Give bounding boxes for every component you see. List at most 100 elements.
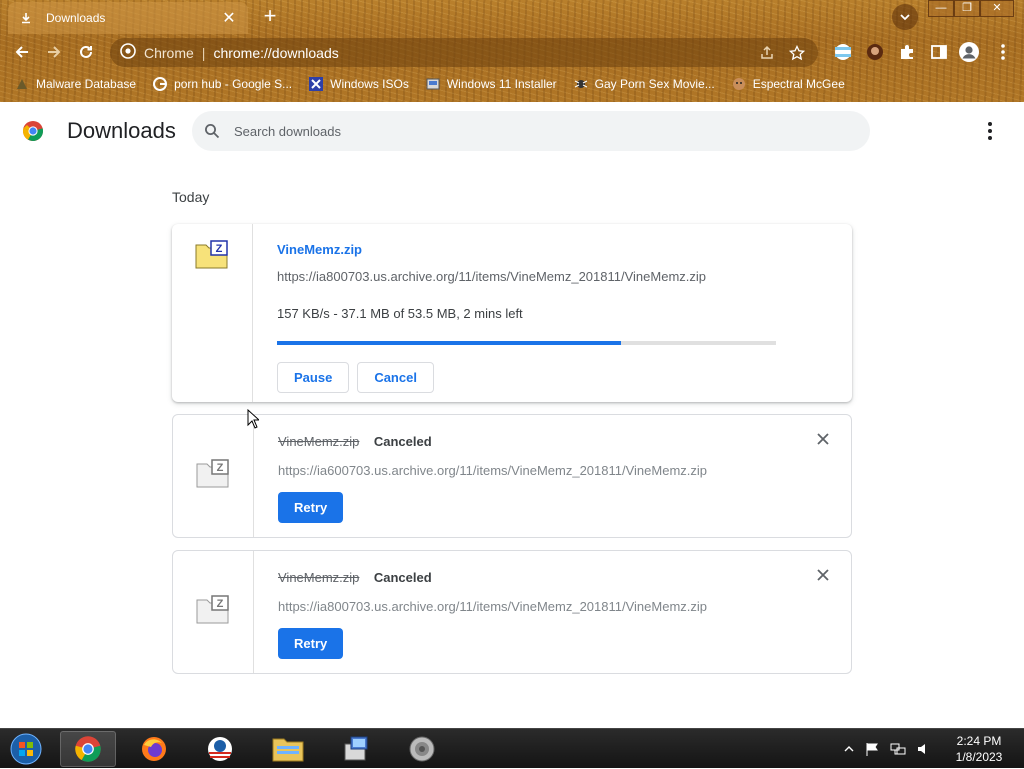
bookmark-label: porn hub - Google S... [174, 77, 293, 91]
face-icon [731, 76, 747, 92]
download-source-url[interactable]: https://ia600703.us.archive.org/11/items… [278, 463, 831, 478]
network-icon[interactable] [890, 741, 906, 757]
site-label: Chrome [144, 44, 194, 61]
tab-downloads[interactable]: Downloads ✕ [8, 2, 248, 34]
reload-icon [80, 45, 92, 58]
taskbar-installer[interactable] [328, 731, 384, 767]
mouse-cursor-icon [247, 409, 259, 429]
account-avatar-icon[interactable] [958, 41, 980, 63]
system-tray [844, 729, 932, 769]
zip-file-icon: Z [196, 459, 229, 488]
bookmark-label: Windows 11 Installer [446, 77, 557, 91]
download-source-url[interactable]: https://ia800703.us.archive.org/11/items… [277, 269, 832, 284]
taskbar-firefox[interactable] [126, 731, 182, 767]
reload-button[interactable] [74, 40, 98, 64]
share-icon[interactable] [756, 42, 778, 64]
download-card-canceled: Z VineMemz.zip Canceled https://ia600703… [172, 414, 852, 538]
taskbar-chrome[interactable] [60, 731, 116, 767]
download-filename-link[interactable]: VineMemz.zip [277, 242, 832, 257]
url-text[interactable]: chrome://downloads [213, 45, 748, 61]
separator: | [201, 44, 206, 61]
file-icon-column: Z [172, 224, 253, 402]
retry-button[interactable]: Retry [278, 492, 344, 523]
action-center-flag-icon[interactable] [864, 741, 880, 757]
flag-extension-icon[interactable] [832, 41, 854, 63]
taskbar-speaker-app[interactable] [394, 731, 450, 767]
section-date-heading: Today [172, 189, 210, 205]
progress-fill [277, 341, 622, 345]
download-filename: VineMemz.zip [278, 434, 360, 449]
system-clock[interactable]: 2:24 PM 1/8/2023 [944, 733, 1014, 765]
extensions-puzzle-icon[interactable] [896, 41, 918, 63]
clock-time: 2:24 PM [956, 734, 1002, 748]
chevron-down-icon [900, 14, 910, 21]
zip-file-icon: Z [195, 240, 228, 269]
chrome-site-icon [120, 43, 136, 62]
cancel-button[interactable]: Cancel [357, 362, 434, 393]
profile-extension-icon[interactable] [864, 41, 886, 63]
taskbar: 2:24 PM 1/8/2023 [0, 728, 1024, 768]
remove-from-list-icon[interactable] [815, 431, 831, 447]
search-icon [205, 124, 220, 139]
clock-date: 1/8/2023 [955, 750, 1003, 764]
tab-close-icon[interactable]: ✕ [220, 8, 238, 28]
close-window-button[interactable]: ✕ [980, 0, 1014, 17]
x-icon [308, 76, 324, 92]
download-status: Canceled [373, 434, 432, 449]
speaker-app-icon [409, 736, 435, 762]
show-hidden-icons-icon[interactable] [844, 744, 854, 754]
installer-icon [344, 736, 368, 761]
folder-icon [272, 738, 304, 762]
side-panel-icon[interactable] [928, 41, 950, 63]
browser-frame: Downloads ✕ + — ❐ ✕ Chrome | chrome://do… [0, 0, 1024, 102]
back-button[interactable] [10, 40, 34, 64]
volume-icon[interactable] [916, 741, 932, 757]
maximize-button[interactable]: ❐ [954, 0, 980, 17]
firefox-icon [142, 737, 166, 761]
download-progress-text: 157 KB/s - 37.1 MB of 53.5 MB, 2 mins le… [277, 306, 523, 321]
download-progress-bar [277, 341, 776, 345]
browser-menu-icon[interactable] [992, 41, 1014, 63]
retry-button[interactable]: Retry [278, 628, 344, 659]
bookmark-item[interactable]: Gay Porn Sex Movie... [573, 76, 715, 92]
start-button[interactable] [4, 731, 48, 767]
download-filename: VineMemz.zip [278, 570, 360, 585]
more-actions-icon[interactable] [980, 120, 1000, 142]
zip-file-icon: Z [196, 595, 229, 624]
bookmark-star-icon[interactable] [786, 42, 808, 64]
search-input[interactable] [234, 123, 834, 139]
forward-button[interactable] [42, 40, 66, 64]
download-source-url[interactable]: https://ia800703.us.archive.org/11/items… [278, 599, 831, 614]
download-status: Canceled [373, 570, 432, 585]
search-bar[interactable] [192, 111, 870, 151]
bookmark-item[interactable]: Windows ISOs [308, 76, 409, 92]
pause-button[interactable]: Pause [277, 362, 350, 393]
svg-text:Z: Z [216, 243, 223, 255]
google-icon [152, 76, 168, 92]
bookmark-label: Malware Database [36, 77, 137, 91]
page-title: Downloads [67, 118, 176, 143]
taskbar-obama-app[interactable] [192, 731, 248, 767]
download-card-canceled: Z VineMemz.zip Canceled https://ia800703… [172, 550, 852, 674]
address-bar[interactable]: Chrome | chrome://downloads [110, 38, 818, 67]
bookmark-item[interactable]: Espectral McGee [731, 76, 845, 92]
remove-from-list-icon[interactable] [815, 567, 831, 583]
bookmark-label: Espectral McGee [752, 77, 845, 91]
file-icon-column: Z [173, 551, 254, 673]
bookmark-item[interactable]: porn hub - Google S... [152, 76, 292, 92]
minimize-button[interactable]: — [928, 0, 954, 17]
tab-title: Downloads [46, 11, 106, 25]
bookmark-label: Windows ISOs [330, 77, 409, 91]
windows-start-icon [10, 733, 42, 765]
obama-logo-icon [208, 737, 232, 761]
chrome-logo-icon [22, 121, 44, 142]
back-arrow-icon [15, 46, 28, 58]
svg-text:Z: Z [217, 462, 224, 474]
tab-search-button[interactable] [892, 4, 918, 30]
skull-icon [14, 76, 30, 92]
bookmark-item[interactable]: Windows 11 Installer [425, 76, 557, 92]
new-tab-button[interactable]: + [258, 5, 282, 29]
download-icon [18, 10, 34, 26]
taskbar-file-explorer[interactable] [260, 731, 316, 767]
bookmark-item[interactable]: Malware Database [14, 76, 136, 92]
